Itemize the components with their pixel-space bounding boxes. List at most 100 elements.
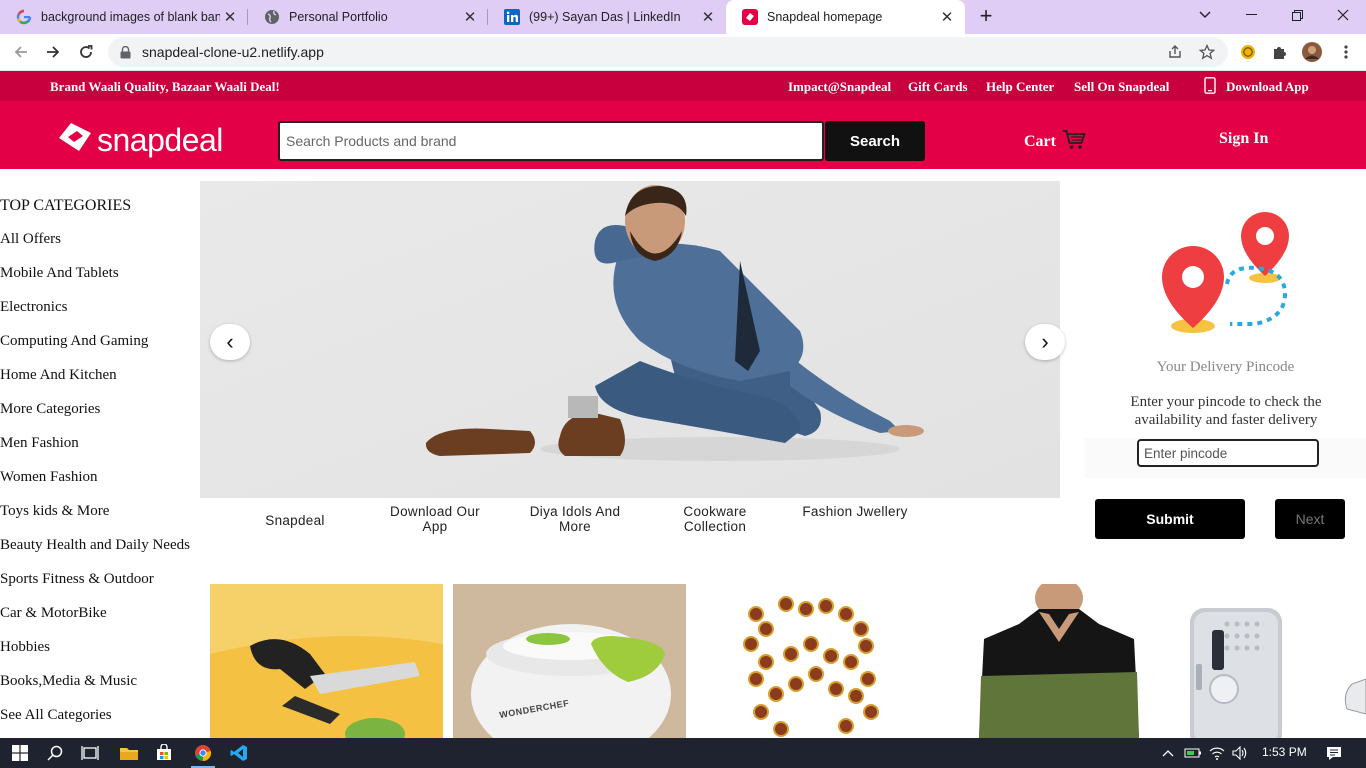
gift-cards-link[interactable]: Gift Cards (908, 79, 968, 95)
sign-in-link[interactable]: Sign In (1219, 130, 1268, 148)
taskbar-search-icon[interactable] (43, 741, 67, 765)
extensions-puzzle-icon[interactable] (1270, 42, 1290, 62)
logo-wordmark: snapdeal (97, 121, 223, 158)
new-tab-plus-icon[interactable]: + (974, 5, 998, 29)
sidebar-item-men-fashion[interactable]: Men Fashion (0, 434, 190, 468)
windows-start-icon[interactable] (8, 741, 32, 765)
chrome-taskbar-icon[interactable] (191, 741, 215, 768)
notifications-icon[interactable] (1322, 741, 1346, 765)
product-card-powerbank[interactable] (1182, 584, 1366, 738)
cart-label: Cart (1024, 133, 1056, 150)
back-arrow-icon[interactable] (8, 39, 34, 65)
download-app-link[interactable]: Download App (1226, 79, 1309, 95)
sidebar-item-car-motorbike[interactable]: Car & MotorBike (0, 604, 190, 638)
globe-icon (264, 9, 280, 25)
reload-icon[interactable] (73, 39, 99, 65)
thumb-fashion-jewellery[interactable]: Fashion Jwellery (800, 504, 910, 519)
pincode-next-button[interactable]: Next (1275, 499, 1345, 539)
browser-tab-strip: background images of blank banner ✕ Pers… (0, 0, 1366, 34)
thumb-snapdeal[interactable]: Snapdeal (240, 513, 350, 528)
tab-search-chevron-icon[interactable] (1182, 0, 1228, 30)
close-window-icon[interactable] (1320, 0, 1366, 30)
search-button[interactable]: Search (825, 121, 925, 161)
bookmark-star-icon[interactable] (1198, 43, 1216, 61)
search-input[interactable] (278, 121, 824, 161)
shopping-cart-icon (1062, 129, 1086, 155)
product-image-knife (210, 584, 443, 738)
thumb-cookware[interactable]: Cookware Collection (660, 504, 770, 534)
sell-on-snapdeal-link[interactable]: Sell On Snapdeal (1074, 79, 1169, 95)
close-tab-icon[interactable]: ✕ (460, 7, 480, 27)
sidebar-item-toys-kids[interactable]: Toys kids & More (0, 502, 190, 536)
snapdeal-icon (742, 9, 758, 25)
address-bar[interactable]: snapdeal-clone-u2.netlify.app (108, 37, 1228, 67)
pincode-input-area (1085, 438, 1366, 478)
close-tab-icon[interactable]: ✕ (220, 7, 240, 27)
pincode-input[interactable] (1137, 439, 1319, 467)
forward-arrow-icon[interactable] (40, 39, 66, 65)
taskbar-clock[interactable]: 1:53 PM (1262, 745, 1307, 759)
banner-man-illustration (200, 181, 1060, 498)
snapdeal-logo-icon (57, 121, 93, 158)
sidebar-item-electronics[interactable]: Electronics (0, 298, 190, 332)
profile-avatar[interactable] (1302, 42, 1322, 62)
product-card-rudraksha[interactable] (696, 584, 929, 738)
sidebar-item-books-media-music[interactable]: Books,Media & Music (0, 672, 190, 706)
file-explorer-icon[interactable] (117, 741, 141, 765)
sidebar-item-hobbies[interactable]: Hobbies (0, 638, 190, 672)
restore-window-icon[interactable] (1274, 0, 1320, 30)
location-pins-illustration (1162, 212, 1289, 333)
sidebar-item-home-and-kitchen[interactable]: Home And Kitchen (0, 366, 190, 400)
vscode-icon[interactable] (227, 741, 251, 765)
pincode-title: Your Delivery Pincode (1156, 359, 1295, 375)
carousel-prev-button[interactable]: ‹ (210, 324, 250, 360)
sidebar-item-sports-fitness[interactable]: Sports Fitness & Outdoor (0, 570, 190, 604)
google-g-icon (16, 9, 32, 25)
help-center-link[interactable]: Help Center (986, 79, 1054, 95)
tab-linkedin[interactable]: (99+) Sayan Das | LinkedIn ✕ (488, 0, 726, 34)
pincode-submit-button[interactable]: Submit (1095, 499, 1245, 539)
browser-toolbar: snapdeal-clone-u2.netlify.app (0, 34, 1366, 71)
volume-icon[interactable] (1228, 741, 1252, 765)
sidebar-item-more-categories[interactable]: More Categories (0, 400, 190, 434)
sidebar-item-beauty-health[interactable]: Beauty Health and Daily Needs (0, 536, 190, 570)
carousel-next-button[interactable]: › (1025, 324, 1065, 360)
tab-google-search[interactable]: background images of blank banner ✕ (0, 0, 248, 34)
tab-title: (99+) Sayan Das | LinkedIn (529, 10, 681, 24)
sidebar-item-women-fashion[interactable]: Women Fashion (0, 468, 190, 502)
share-icon[interactable] (1166, 43, 1184, 61)
wifi-icon[interactable] (1205, 741, 1229, 765)
promo-top-bar: Brand Waali Quality, Bazaar Waali Deal! … (0, 71, 1366, 101)
lock-icon[interactable] (120, 45, 134, 59)
product-card-knife[interactable] (210, 584, 443, 738)
close-tab-icon[interactable]: ✕ (937, 7, 957, 27)
url-text: snapdeal-clone-u2.netlify.app (142, 44, 324, 60)
browser-menu-icon[interactable] (1336, 42, 1356, 62)
sidebar-item-all-offers[interactable]: All Offers (0, 230, 190, 264)
battery-icon[interactable] (1181, 741, 1205, 765)
product-card-tshirt[interactable] (939, 584, 1172, 738)
linkedin-icon (504, 9, 520, 25)
show-hidden-icons-chevron-icon[interactable] (1156, 741, 1180, 765)
task-view-icon[interactable] (78, 741, 102, 765)
sidebar-item-see-all-categories[interactable]: See All Categories (0, 706, 190, 738)
main-header: snapdeal Search Cart Sign In (0, 101, 1366, 169)
pincode-panel: Your Delivery Pincode Enter your pincode… (1085, 181, 1366, 481)
sidebar-item-mobile-and-tablets[interactable]: Mobile And Tablets (0, 264, 190, 298)
thumb-download-app[interactable]: Download Our App (380, 504, 490, 534)
microsoft-store-icon[interactable] (152, 741, 176, 765)
sidebar-item-computing-and-gaming[interactable]: Computing And Gaming (0, 332, 190, 366)
close-tab-icon[interactable]: ✕ (698, 7, 718, 27)
pincode-description: Enter your pincode to check the availabi… (1130, 394, 1322, 428)
product-card-chopper[interactable]: WONDERCHEF (453, 584, 686, 738)
extension-coin-icon[interactable] (1238, 42, 1258, 62)
snapdeal-logo[interactable]: snapdeal (57, 121, 223, 158)
hero-banner-image (200, 181, 1060, 498)
tab-snapdeal-homepage[interactable]: Snapdeal homepage ✕ (726, 0, 965, 34)
cart-button[interactable]: Cart (1024, 129, 1086, 155)
minimize-icon[interactable] (1228, 0, 1274, 30)
tagline: Brand Waali Quality, Bazaar Waali Deal! (50, 79, 280, 94)
impact-link[interactable]: Impact@Snapdeal (788, 79, 891, 95)
tab-personal-portfolio[interactable]: Personal Portfolio ✕ (248, 0, 488, 34)
thumb-diya-idols[interactable]: Diya Idols And More (520, 504, 630, 534)
